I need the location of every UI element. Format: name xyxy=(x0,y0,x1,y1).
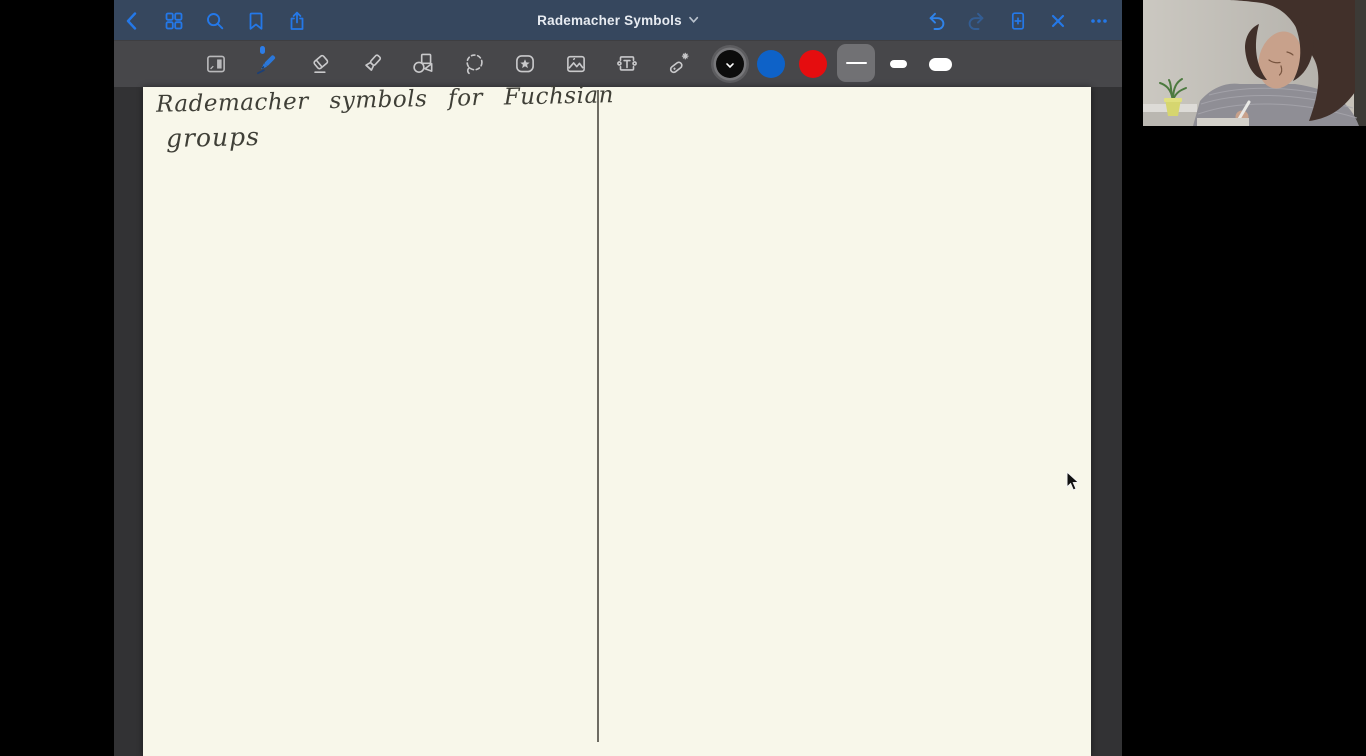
tool-page-sidebar[interactable] xyxy=(197,45,235,83)
search-icon xyxy=(204,10,226,32)
page-sidebar-icon xyxy=(203,51,229,77)
document-grid-icon xyxy=(163,10,185,32)
desk-edge xyxy=(1197,118,1249,126)
add-page-icon xyxy=(1007,10,1029,32)
stroke-width-thin[interactable] xyxy=(837,44,875,82)
redo-icon xyxy=(966,10,988,32)
thin-stroke-icon xyxy=(845,61,867,65)
tool-elements[interactable] xyxy=(506,45,544,83)
ink-color-blue[interactable] xyxy=(757,50,785,78)
close-icon xyxy=(1047,10,1069,32)
more-button[interactable] xyxy=(1087,9,1111,33)
color-chevron-icon xyxy=(725,56,735,74)
lasso-icon xyxy=(461,51,487,77)
notes-app-window: Rademacher Symbols Rademacher symbols fo… xyxy=(114,0,1122,756)
stage: Rademacher Symbols Rademacher symbols fo… xyxy=(0,0,1366,756)
text-icon xyxy=(614,51,640,77)
mouse-cursor xyxy=(1066,470,1081,492)
documents-overview-button[interactable] xyxy=(162,9,186,33)
sticker-star-icon xyxy=(512,51,538,77)
add-page-button[interactable] xyxy=(1006,9,1030,33)
shapes-icon xyxy=(410,51,436,77)
document-title: Rademacher Symbols xyxy=(537,12,682,28)
stroke-width-medium[interactable] xyxy=(881,56,915,72)
tool-lasso[interactable] xyxy=(455,45,493,83)
window-dark-edge xyxy=(1354,0,1366,126)
laser-pointer-icon xyxy=(665,51,691,77)
tool-eraser[interactable] xyxy=(302,45,340,83)
document-title-dropdown[interactable]: Rademacher Symbols xyxy=(537,0,699,40)
share-button[interactable] xyxy=(285,9,309,33)
search-button[interactable] xyxy=(203,9,227,33)
ink-color-black[interactable] xyxy=(716,50,744,78)
redo-button[interactable] xyxy=(965,9,989,33)
back-button[interactable] xyxy=(121,9,145,33)
handwriting-line-2: groups xyxy=(165,122,261,153)
tool-laser-pointer[interactable] xyxy=(659,45,697,83)
tool-pen[interactable] xyxy=(247,45,285,83)
close-button[interactable] xyxy=(1046,9,1070,33)
tool-image[interactable] xyxy=(557,45,595,83)
tool-highlighter[interactable] xyxy=(353,45,391,83)
handwriting-line-1: Rademacher symbols for Fuchsian xyxy=(155,82,615,118)
bookmark-button[interactable] xyxy=(244,9,268,33)
fountain-pen-icon xyxy=(253,51,279,77)
back-chevron-icon xyxy=(122,10,144,32)
webcam-video-overlay xyxy=(1143,0,1366,126)
bookmark-icon xyxy=(245,10,267,32)
tool-text[interactable] xyxy=(608,45,646,83)
notebook-page-canvas[interactable]: Rademacher symbols for Fuchsian groups xyxy=(143,82,1091,756)
pen-options-indicator xyxy=(260,46,265,54)
tool-shapes[interactable] xyxy=(404,45,442,83)
more-ellipsis-icon xyxy=(1088,10,1110,32)
share-icon xyxy=(286,10,308,32)
highlighter-icon xyxy=(359,51,385,77)
page-vertical-divider xyxy=(597,90,599,742)
title-bar: Rademacher Symbols xyxy=(114,0,1122,40)
undo-button[interactable] xyxy=(924,9,948,33)
thick-stroke-icon xyxy=(928,57,952,71)
eraser-icon xyxy=(308,51,334,77)
stroke-width-thick[interactable] xyxy=(923,54,957,74)
webcam-frame xyxy=(1143,0,1366,126)
tools-toolbar xyxy=(114,40,1122,87)
chevron-down-icon xyxy=(688,13,699,28)
undo-icon xyxy=(925,10,947,32)
image-icon xyxy=(563,51,589,77)
ink-color-red[interactable] xyxy=(799,50,827,78)
medium-stroke-icon xyxy=(889,60,907,68)
